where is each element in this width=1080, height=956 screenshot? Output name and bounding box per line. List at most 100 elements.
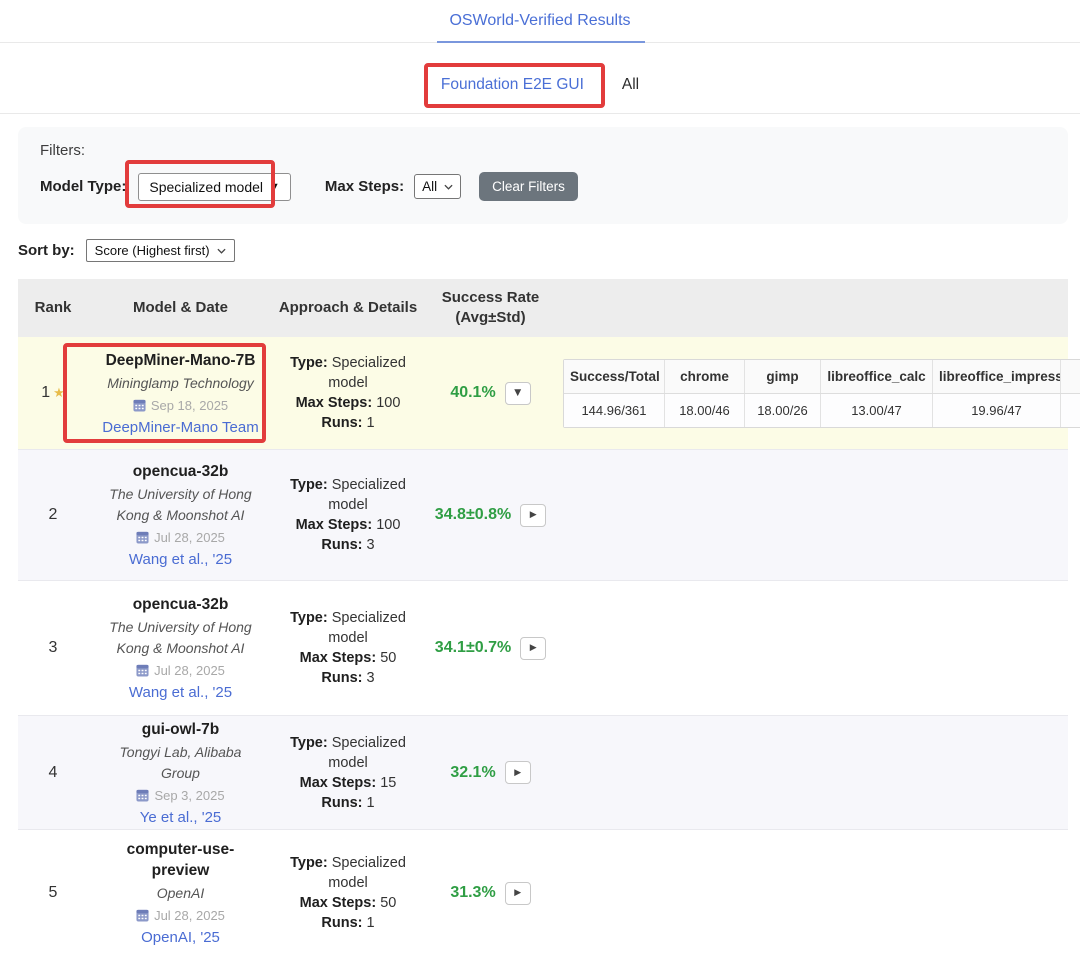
header-rank: Rank bbox=[18, 298, 88, 318]
table-row: 4★ gui-owl-7b Tongyi Lab, Alibaba Group … bbox=[18, 715, 1068, 829]
filters-label: Filters: bbox=[40, 142, 1046, 159]
success-cell: 31.3% ▶ bbox=[423, 882, 558, 905]
type-label: Type: bbox=[290, 355, 328, 371]
details-cell: 144.96/361 bbox=[564, 394, 665, 427]
model-name: DeepMiner-Mano-7B bbox=[102, 350, 259, 371]
model-organization: Tongyi Lab, Alibaba Group bbox=[102, 742, 259, 784]
model-organization: The University of Hong Kong & Moonshot A… bbox=[102, 484, 259, 526]
max-steps-label: Max Steps: bbox=[300, 895, 377, 911]
max-steps-label: Max Steps: bbox=[296, 395, 373, 411]
success-rate-value: 34.1±0.7% bbox=[435, 639, 511, 657]
details-cell: 18.00/46 bbox=[665, 394, 745, 427]
header-approach-details: Approach & Details bbox=[273, 298, 423, 318]
sort-select[interactable]: Score (Highest first) bbox=[86, 239, 235, 262]
model-date-text: Jul 28, 2025 bbox=[154, 530, 225, 545]
details-column-header: chrome bbox=[665, 360, 745, 393]
approach-cell: Type: Specialized model Max Steps: 50 Ru… bbox=[273, 853, 423, 933]
active-tab-underline bbox=[437, 41, 645, 43]
type-value: Specialized model bbox=[328, 610, 406, 646]
clear-filters-button[interactable]: Clear Filters bbox=[479, 172, 578, 201]
max-steps-label: Max Steps: bbox=[325, 178, 404, 195]
page-title-tab[interactable]: OSWorld-Verified Results bbox=[449, 12, 630, 30]
model-type-label: Model Type: bbox=[40, 178, 126, 195]
approach-cell: Type: Specialized model Max Steps: 15 Ru… bbox=[273, 733, 423, 813]
model-reference-link[interactable]: OpenAI, '25 bbox=[141, 929, 220, 946]
runs-label: Runs: bbox=[321, 795, 362, 811]
type-value: Specialized model bbox=[328, 855, 406, 891]
model-date-text: Sep 18, 2025 bbox=[151, 398, 228, 413]
model-reference-link[interactable]: Wang et al., '25 bbox=[129, 551, 232, 568]
filters-panel: Filters: Model Type: Specialized model ▼… bbox=[18, 127, 1068, 224]
details-cell: 18.00/26 bbox=[745, 394, 821, 427]
model-cell: opencua-32b The University of Hong Kong … bbox=[88, 594, 273, 702]
success-cell: 34.8±0.8% ▶ bbox=[423, 504, 558, 527]
model-date-text: Sep 3, 2025 bbox=[154, 788, 224, 803]
success-rate-value: 34.8±0.8% bbox=[435, 506, 511, 524]
type-value: Specialized model bbox=[328, 477, 406, 513]
calendar-icon bbox=[136, 531, 149, 544]
details-toggle-button[interactable]: ▶ bbox=[520, 637, 546, 660]
calendar-icon bbox=[136, 789, 149, 802]
model-organization: The University of Hong Kong & Moonshot A… bbox=[102, 617, 259, 659]
max-steps-value: 100 bbox=[376, 395, 400, 411]
rank-value: 4 bbox=[49, 764, 58, 781]
success-cell: 40.1% ▼ bbox=[423, 382, 558, 405]
model-name: computer-use-preview bbox=[102, 839, 259, 881]
max-steps-value: 100 bbox=[376, 517, 400, 533]
details-toggle-button[interactable]: ▼ bbox=[505, 382, 531, 405]
model-type-value: Specialized model bbox=[149, 179, 263, 195]
details-toggle-button[interactable]: ▶ bbox=[505, 882, 531, 905]
sort-by-label: Sort by: bbox=[18, 242, 75, 259]
max-steps-value: 15 bbox=[380, 775, 396, 791]
details-column-header: libreoffice_calc bbox=[821, 360, 933, 393]
success-cell: 32.1% ▶ bbox=[423, 761, 558, 784]
model-cell: DeepMiner-Mano-7B Mininglamp Technology … bbox=[88, 350, 273, 437]
model-cell: opencua-32b The University of Hong Kong … bbox=[88, 461, 273, 569]
details-column-header: libreoffice_impress bbox=[933, 360, 1061, 393]
success-rate-value: 31.3% bbox=[450, 884, 495, 902]
type-label: Type: bbox=[290, 610, 328, 626]
tab-all[interactable]: All bbox=[622, 76, 639, 94]
details-cell bbox=[1061, 394, 1080, 427]
type-label: Type: bbox=[290, 735, 328, 751]
rank-value: 3 bbox=[49, 639, 58, 656]
model-reference-link[interactable]: DeepMiner-Mano Team bbox=[102, 419, 258, 436]
table-row: 5★ computer-use-preview OpenAI Jul 28, 2… bbox=[18, 829, 1068, 956]
max-steps-value: 50 bbox=[380, 895, 396, 911]
details-toggle-button[interactable]: ▶ bbox=[505, 761, 531, 784]
chevron-down-icon bbox=[444, 184, 453, 190]
calendar-icon bbox=[136, 909, 149, 922]
star-icon: ★ bbox=[53, 385, 65, 400]
calendar-icon bbox=[136, 664, 149, 677]
model-date-text: Jul 28, 2025 bbox=[154, 908, 225, 923]
runs-value: 1 bbox=[367, 415, 375, 431]
page-header: OSWorld-Verified Results bbox=[0, 0, 1080, 43]
sort-row: Sort by: Score (Highest first) bbox=[18, 239, 1080, 262]
tab-foundation-e2e-gui[interactable]: Foundation E2E GUI bbox=[441, 76, 584, 94]
max-steps-select[interactable]: All bbox=[414, 174, 461, 199]
model-type-select[interactable]: Specialized model ▼ bbox=[138, 173, 291, 201]
rank-value: 2 bbox=[49, 506, 58, 523]
rank-value: 5 bbox=[49, 884, 58, 901]
rank-cell: 5★ bbox=[18, 884, 88, 902]
details-table: Success/Totalchromegimplibreoffice_calcl… bbox=[563, 359, 1080, 428]
type-label: Type: bbox=[290, 477, 328, 493]
sort-value: Score (Highest first) bbox=[95, 243, 210, 258]
runs-value: 3 bbox=[367, 670, 375, 686]
rank-value: 1 bbox=[41, 384, 50, 401]
details-column-header: gimp bbox=[745, 360, 821, 393]
model-date-text: Jul 28, 2025 bbox=[154, 663, 225, 678]
details-column-header: libr bbox=[1061, 360, 1080, 393]
rank-cell: 4★ bbox=[18, 764, 88, 782]
max-steps-value: 50 bbox=[380, 650, 396, 666]
max-steps-label: Max Steps: bbox=[296, 517, 373, 533]
type-value: Specialized model bbox=[328, 735, 406, 771]
model-reference-link[interactable]: Ye et al., '25 bbox=[140, 809, 222, 826]
model-name: opencua-32b bbox=[102, 594, 259, 615]
header-success-rate: Success Rate (Avg±Std) bbox=[423, 288, 558, 328]
model-reference-link[interactable]: Wang et al., '25 bbox=[129, 684, 232, 701]
header-model-date: Model & Date bbox=[88, 298, 273, 318]
details-value-row: 144.96/36118.00/4618.00/2613.00/4719.96/… bbox=[564, 394, 1080, 427]
approach-cell: Type: Specialized model Max Steps: 100 R… bbox=[273, 353, 423, 433]
details-toggle-button[interactable]: ▶ bbox=[520, 504, 546, 527]
